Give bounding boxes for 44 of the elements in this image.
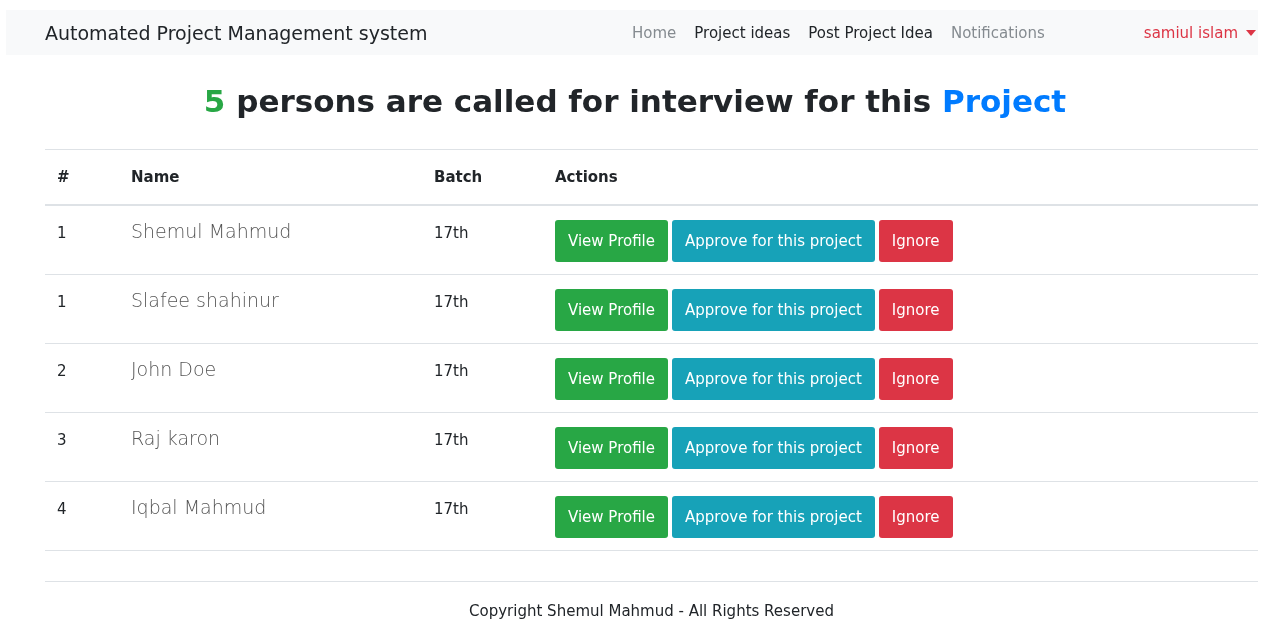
- view-profile-button[interactable]: View Profile: [555, 289, 668, 331]
- ignore-button[interactable]: Ignore: [878, 496, 953, 538]
- ignore-button[interactable]: Ignore: [878, 427, 953, 469]
- view-profile-button[interactable]: View Profile: [555, 358, 668, 400]
- nav-link[interactable]: Home: [623, 23, 686, 42]
- approve-button[interactable]: Approve for this project: [672, 358, 875, 400]
- row-number: 3: [57, 430, 67, 449]
- ignore-button[interactable]: Ignore: [878, 289, 953, 331]
- column-header: Name: [131, 168, 180, 186]
- row-number: 4: [57, 499, 67, 518]
- column-header: Batch: [434, 168, 483, 186]
- user-menu[interactable]: samiul islam: [1143, 23, 1238, 42]
- person-name: Raj karon: [131, 427, 221, 449]
- view-profile-button[interactable]: View Profile: [555, 220, 668, 262]
- ignore-button[interactable]: Ignore: [878, 358, 953, 400]
- approve-button[interactable]: Approve for this project: [672, 220, 875, 262]
- batch-cell-text: 17th: [434, 361, 469, 380]
- column-header: #: [57, 168, 70, 186]
- approve-button[interactable]: Approve for this project: [672, 496, 875, 538]
- approve-button[interactable]: Approve for this project: [672, 427, 875, 469]
- batch-cell-text: 17th: [434, 430, 469, 449]
- view-profile-button[interactable]: View Profile: [555, 496, 668, 538]
- nav-link[interactable]: Project ideas: [685, 23, 800, 42]
- row-number: 2: [57, 361, 67, 380]
- brand-title[interactable]: Automated Project Management system: [45, 21, 623, 44]
- person-name: Slafee shahinur: [131, 289, 279, 311]
- row-number: 1: [57, 223, 67, 242]
- batch-cell-text: 17th: [434, 499, 469, 518]
- project-link[interactable]: Project: [942, 83, 1067, 119]
- ignore-button[interactable]: Ignore: [878, 220, 953, 262]
- nav-link[interactable]: Post Project Idea: [799, 23, 942, 42]
- footer-copyright: Copyright Shemul Mahmud - All Rights Reserved: [469, 602, 834, 619]
- nav-link[interactable]: Notifications: [941, 23, 1054, 42]
- batch-cell-text: 17th: [434, 292, 469, 311]
- row-number: 1: [57, 292, 67, 311]
- batch-cell-text: 17th: [434, 223, 469, 242]
- person-name: John Doe: [131, 358, 217, 380]
- view-profile-button[interactable]: View Profile: [555, 427, 668, 469]
- page-heading: 5 persons are called for interview for this Project: [202, 83, 1068, 119]
- column-header: Actions: [555, 168, 618, 186]
- approve-button[interactable]: Approve for this project: [672, 289, 875, 331]
- person-name: Shemul Mahmud: [131, 220, 292, 242]
- caret-icon[interactable]: [1246, 29, 1256, 36]
- person-name: Iqbal Mahmud: [131, 496, 267, 518]
